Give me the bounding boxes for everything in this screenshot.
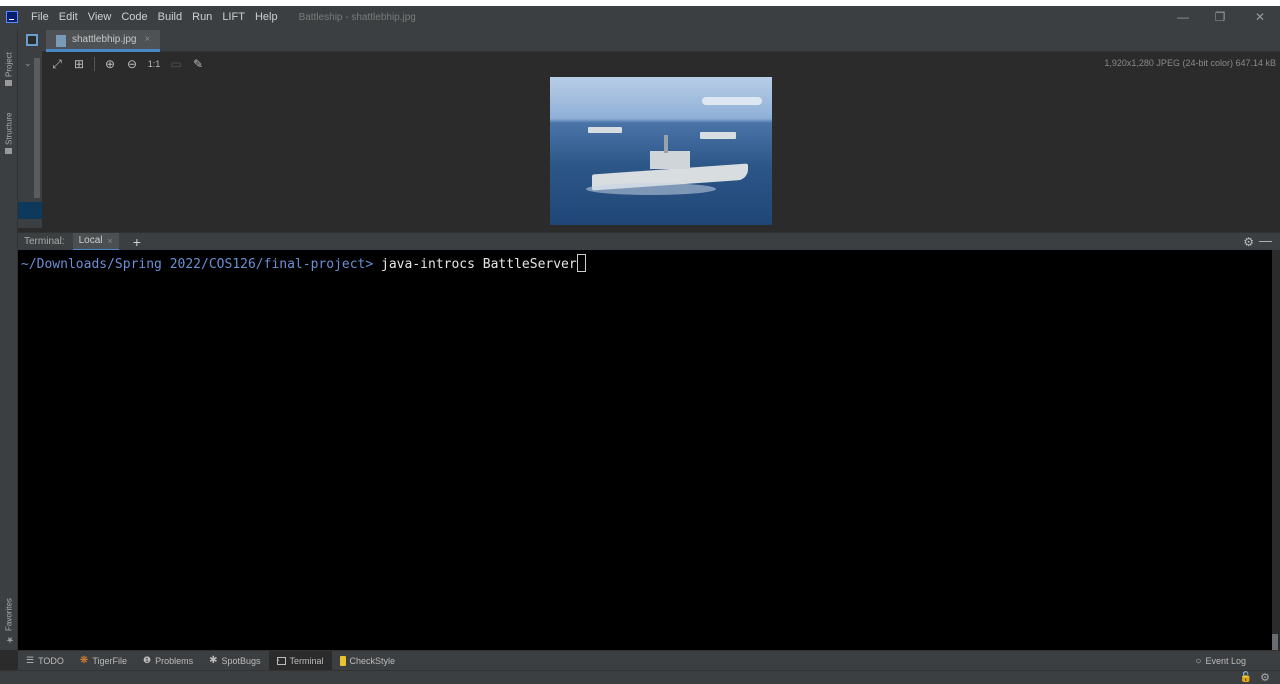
zoom-out-icon[interactable]: ⊖: [123, 55, 141, 73]
todo-label: TODO: [38, 655, 64, 666]
actual-size-button[interactable]: 1:1: [145, 55, 163, 73]
tool-windows-bar: ☰ TODO ❋ TigerFile ❶ Problems ✱ SpotBugs…: [18, 650, 1280, 671]
menu-edit[interactable]: Edit: [54, 6, 83, 28]
problems-label: Problems: [155, 655, 194, 666]
todo-tool-button[interactable]: ☰ TODO: [18, 651, 72, 671]
status-settings-icon[interactable]: ⚙: [1260, 671, 1270, 684]
menu-run[interactable]: Run: [187, 6, 217, 28]
info-icon: ❶: [143, 655, 152, 665]
tigerfile-tool-button[interactable]: ❋ TigerFile: [72, 651, 135, 671]
terminal-prompt-line: ~/Downloads/Spring 2022/COS126/final-pro…: [21, 254, 586, 272]
terminal-settings-icon[interactable]: ⚙: [1243, 235, 1254, 249]
distant-ship-left: [588, 127, 622, 133]
menu-code[interactable]: Code: [116, 6, 152, 28]
terminal-header: Terminal: Local × + ⚙ —: [18, 232, 1280, 251]
chevron-down-icon[interactable]: ⌄: [24, 58, 32, 69]
terminal-tool-label: Terminal: [289, 655, 324, 666]
editor-tab-image[interactable]: shattlebhip.jpg ×: [46, 30, 161, 52]
project-selected-row[interactable]: [18, 202, 42, 219]
project-tool-tab[interactable]: Project: [1, 36, 17, 86]
close-tab-icon[interactable]: ×: [145, 34, 151, 45]
grid-icon[interactable]: ⊞: [70, 55, 88, 73]
list-icon: ☰: [26, 655, 35, 665]
structure-tool-label: Structure: [4, 112, 14, 145]
structure-tool-tab[interactable]: Structure: [1, 98, 17, 154]
problems-tool-button[interactable]: ❶ Problems: [135, 651, 201, 671]
left-tool-stripe: Project Structure ★ Favorites: [0, 28, 18, 650]
folder-icon: [5, 80, 13, 86]
terminal-console[interactable]: ~/Downloads/Spring 2022/COS126/final-pro…: [18, 250, 1272, 650]
terminal-title: Terminal:: [24, 236, 65, 247]
terminal-tab-local[interactable]: Local ×: [72, 232, 119, 251]
close-terminal-tab-icon[interactable]: ×: [107, 236, 112, 246]
toolbar-divider: [94, 57, 95, 71]
minimize-window-button[interactable]: —: [1163, 6, 1203, 28]
terminal-tool-button[interactable]: › Terminal: [268, 650, 332, 671]
favorites-tool-label: Favorites: [4, 598, 14, 631]
lock-icon[interactable]: 🔓: [1240, 672, 1252, 683]
zoom-to-fit-icon[interactable]: ⤢: [48, 55, 66, 73]
restore-window-button[interactable]: ❐: [1200, 6, 1240, 28]
background-icon[interactable]: ▭: [167, 55, 185, 73]
menu-view[interactable]: View: [83, 6, 117, 28]
title-bar: File Edit View Code Build Run LIFT Help …: [0, 6, 1280, 28]
status-bar: 🔓 ⚙: [0, 670, 1280, 684]
image-info: 1,920x1,280 JPEG (24-bit color) 647.14 k…: [1104, 58, 1276, 68]
checkstyle-icon: [339, 655, 346, 666]
structure-icon: [5, 148, 13, 154]
terminal-command: java-introcs BattleServer: [373, 257, 577, 272]
close-window-button[interactable]: ✕: [1240, 6, 1280, 28]
terminal-minimize-icon[interactable]: —: [1259, 233, 1272, 248]
terminal-icon: ›: [276, 656, 286, 665]
paw-icon: ❋: [79, 655, 89, 666]
project-scrollbar[interactable]: [34, 58, 40, 198]
new-terminal-tab-icon[interactable]: +: [133, 234, 141, 250]
checkstyle-tool-button[interactable]: CheckStyle: [332, 651, 404, 671]
window-title: Battleship - shattlebhip.jpg: [298, 11, 416, 23]
layout-icon[interactable]: [26, 34, 38, 46]
terminal-cursor: [576, 254, 586, 272]
menu-help[interactable]: Help: [250, 6, 283, 28]
menu-file[interactable]: File: [26, 6, 54, 28]
checkstyle-label: CheckStyle: [349, 655, 396, 666]
event-log-button[interactable]: ○ Event Log: [1187, 651, 1254, 671]
ship-wake: [586, 183, 716, 195]
terminal-tab-label: Local: [78, 235, 103, 246]
prompt-path: ~/Downloads/Spring 2022/COS126/final-pro…: [21, 257, 374, 272]
image-editor-toolbar: ⤢ ⊞ ⊕ ⊖ 1:1 ▭ ✎ 1,920x1,280 JPEG (24-bit…: [42, 52, 1280, 76]
spotbugs-label: SpotBugs: [221, 655, 261, 666]
menu-lift[interactable]: LIFT: [217, 6, 250, 28]
terminal-scrollbar[interactable]: [1272, 634, 1278, 650]
distant-ship-right: [700, 132, 736, 139]
bug-icon: ✱: [209, 655, 218, 666]
favorites-tool-tab[interactable]: ★ Favorites: [1, 588, 17, 644]
color-picker-icon[interactable]: ✎: [189, 55, 207, 73]
image-preview: [550, 77, 772, 225]
ide-window: File Edit View Code Build Run LIFT Help …: [0, 6, 1280, 684]
search-icon: ○: [1195, 655, 1202, 667]
menu-build[interactable]: Build: [153, 6, 187, 28]
cloud-shape: [702, 97, 762, 105]
main-ship-superstructure: [650, 151, 690, 169]
intellij-logo-icon: [6, 11, 18, 23]
image-file-icon: [56, 35, 66, 47]
star-icon: ★: [4, 634, 14, 644]
editor-tab-label: shattlebhip.jpg: [72, 34, 137, 45]
main-ship-mast: [664, 135, 668, 153]
spotbugs-tool-button[interactable]: ✱ SpotBugs: [201, 651, 268, 671]
event-log-label: Event Log: [1205, 656, 1246, 666]
zoom-in-icon[interactable]: ⊕: [101, 55, 119, 73]
project-tool-label: Project: [4, 52, 14, 77]
editor-tab-bar: shattlebhip.jpg ×: [42, 28, 1280, 52]
tigerfile-label: TigerFile: [92, 655, 127, 666]
